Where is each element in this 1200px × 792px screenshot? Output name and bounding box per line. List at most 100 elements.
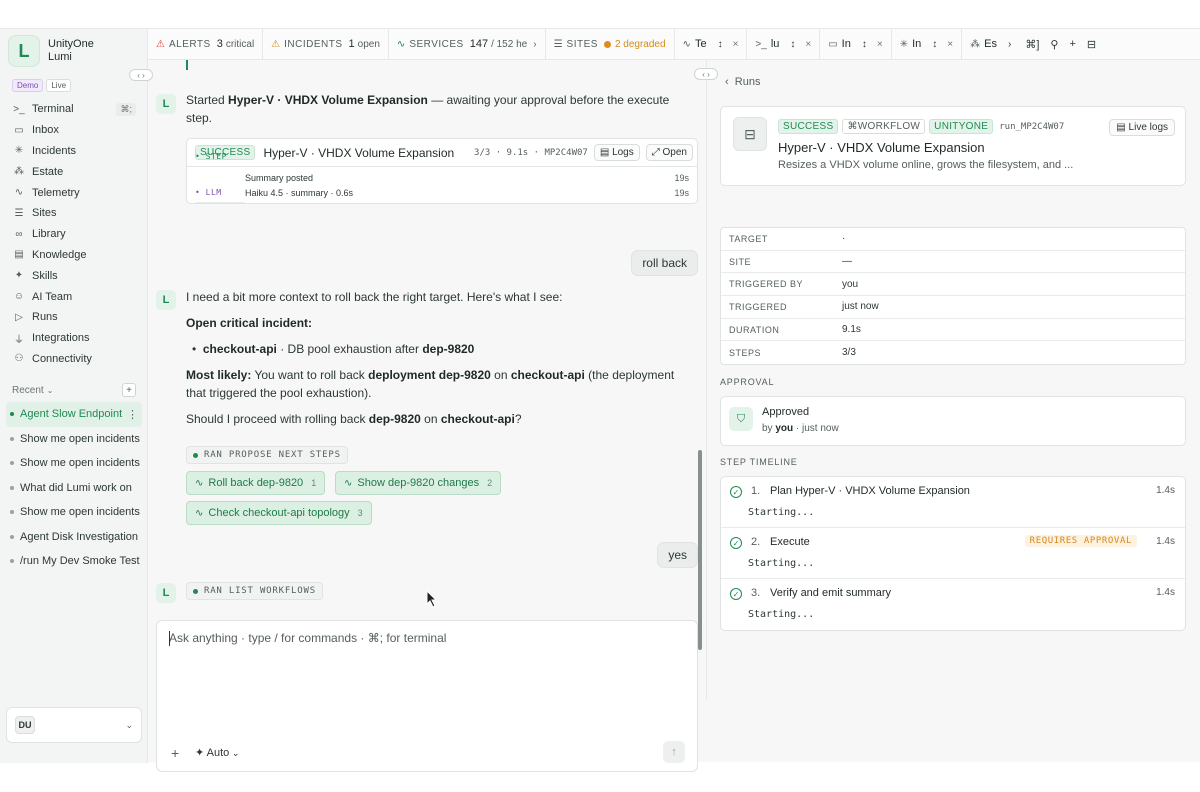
incident-icon: ✳ — [14, 145, 24, 157]
sort-icon[interactable]: ↕ — [932, 39, 937, 50]
chat-input[interactable] — [169, 631, 669, 645]
layout-icon[interactable]: ⊟ — [1087, 38, 1096, 51]
step-timeline: ✓ 1. Plan Hyper-V · VHDX Volume Expansio… — [720, 476, 1186, 631]
close-icon[interactable]: × — [947, 39, 953, 50]
bot-icon: ☺ — [13, 291, 25, 303]
chevron-right-icon[interactable]: › — [1008, 39, 1011, 50]
back-to-runs-link[interactable]: ‹ Runs — [725, 76, 760, 88]
sidebar-item-integrations[interactable]: ⏚ Integrations — [8, 328, 136, 349]
stream-marker — [186, 60, 188, 70]
recent-item[interactable]: /run My Dev Smoke Test — [6, 549, 142, 574]
sites-status[interactable]: ☰ SITES 2 degraded — [546, 29, 675, 59]
recent-item[interactable]: Agent Slow Endpoint ⋮ — [6, 402, 142, 427]
run-detail-panel: ‹ Runs ⊟ SUCCESS ⌘WORKFLOW UNITYONE run_… — [707, 60, 1200, 763]
close-icon[interactable]: × — [877, 39, 883, 50]
shield-check-icon: ⛉ — [729, 407, 753, 431]
mouse-cursor-icon — [426, 590, 438, 608]
pin-icon[interactable]: ⚲ — [1050, 38, 1058, 51]
property-row: SITE — — [721, 251, 1185, 274]
approval-section-label: APPROVAL — [720, 377, 775, 387]
sort-icon[interactable]: ↕ — [790, 39, 795, 50]
tab-incidents[interactable]: ✳ In ↕ × — [892, 29, 963, 59]
warning-icon: ⚠ — [271, 38, 281, 50]
command-icon[interactable]: ⌘] — [1025, 38, 1039, 51]
timeline-section-label: STEP TIMELINE — [720, 457, 798, 467]
tool-run-indicator[interactable]: RAN PROPOSE NEXT STEPS — [186, 446, 348, 464]
timeline-step[interactable]: ✓ 3. Verify and emit summary 1.4s Starti… — [721, 579, 1185, 630]
logs-button[interactable]: ▤ Logs — [593, 144, 640, 161]
composer: + ✦ Auto ⌄ ↑ — [156, 620, 698, 772]
tab-telemetry[interactable]: ∿ Te ↕ × — [675, 29, 748, 59]
sidebar: L UnityOne Lumi ‹ › Demo Live >_ Terminal… — [0, 29, 153, 763]
model-selector[interactable]: ✦ Auto ⌄ — [195, 746, 239, 759]
close-icon[interactable]: × — [733, 39, 739, 50]
tab-terminal[interactable]: >_ lu ↕ × — [747, 29, 821, 59]
close-icon[interactable]: × — [805, 39, 811, 50]
sidebar-item-connectivity[interactable]: ⚇ Connectivity — [8, 349, 136, 370]
incidents-status[interactable]: ⚠ INCIDENTS 1 open — [263, 29, 389, 59]
server-icon: ☰ — [553, 38, 563, 50]
sparkle-icon: ✦ — [14, 270, 24, 282]
brand[interactable]: L UnityOne Lumi — [8, 35, 94, 67]
workflow-badge: ⌘WORKFLOW — [842, 119, 926, 134]
recent-item[interactable]: Show me open incidents — [6, 427, 142, 452]
expand-icon: ⤢ — [651, 147, 663, 158]
sidebar-item-terminal[interactable]: >_ Terminal ⌘; — [8, 99, 136, 120]
recent-header[interactable]: Recent ⌄ + — [12, 383, 136, 397]
avatar: DU — [15, 716, 35, 734]
recent-item[interactable]: Show me open incidents — [6, 500, 142, 525]
tab-inbox[interactable]: ▭ In ↕ × — [820, 29, 892, 59]
check-circle-icon: ✓ — [730, 588, 742, 600]
timeline-step[interactable]: ✓ 2. Execute REQUIRES APPROVAL 1.4s Star… — [721, 528, 1185, 579]
user-message: yes — [657, 542, 698, 568]
sort-icon[interactable]: ↕ — [718, 39, 723, 50]
more-options-icon[interactable]: ⋮ — [127, 408, 142, 421]
text-caret — [169, 631, 170, 646]
add-tab-icon[interactable]: + — [1069, 38, 1075, 50]
sidebar-item-telemetry[interactable]: ∿ Telemetry — [8, 182, 136, 203]
sidebar-item-sites[interactable]: ☰ Sites — [8, 203, 136, 224]
sidebar-item-ai-team[interactable]: ☺ AI Team — [8, 286, 136, 307]
alert-icon: ⚠ — [156, 38, 165, 50]
check-circle-icon: ✓ — [730, 537, 742, 549]
logs-icon: ▤ — [1116, 122, 1129, 133]
services-status[interactable]: ∿ SERVICES 147/ 152 he › — [389, 29, 546, 59]
demo-badge[interactable]: Demo — [12, 79, 44, 92]
suggestion-button[interactable]: ∿ Show dep-9820 changes 2 — [335, 471, 502, 495]
new-chat-button[interactable]: + — [122, 383, 136, 397]
check-circle-icon: ✓ — [730, 486, 742, 498]
brand-product: Lumi — [48, 51, 72, 63]
workflow-log-line: • STEP Summary posted 19s — [187, 152, 697, 203]
live-badge[interactable]: Live — [46, 79, 72, 92]
sidebar-item-knowledge[interactable]: ▤ Knowledge — [8, 245, 136, 266]
sidebar-item-inbox[interactable]: ▭ Inbox — [8, 120, 136, 141]
live-logs-button[interactable]: ▤ Live logs — [1109, 119, 1175, 136]
sort-icon[interactable]: ↕ — [862, 39, 867, 50]
sidebar-item-incidents[interactable]: ✳ Incidents — [8, 141, 136, 162]
approval-card: ⛉ Approved by you · just now — [720, 396, 1186, 446]
recent-item[interactable]: What did Lumi work on — [6, 476, 142, 501]
run-properties: TARGET · SITE — TRIGGERED BY you TRIGGERED j… — [720, 227, 1186, 366]
tool-run-indicator[interactable]: RAN LIST WORKFLOWS — [186, 582, 323, 600]
lumi-avatar-icon: L — [156, 583, 176, 603]
open-button[interactable]: ⤢ Open — [645, 144, 693, 161]
suggestion-button[interactable]: ∿ Roll back dep-9820 1 — [186, 471, 326, 495]
user-menu[interactable]: DU ⌄ — [6, 707, 142, 743]
lumi-logo-icon: L — [8, 35, 40, 67]
send-button[interactable]: ↑ — [663, 741, 685, 763]
sidebar-item-estate[interactable]: ⁂ Estate — [8, 161, 136, 182]
sidebar-item-library[interactable]: ∞ Library — [8, 224, 136, 245]
attach-button[interactable]: + — [171, 745, 179, 761]
sidebar-item-skills[interactable]: ✦ Skills — [8, 265, 136, 286]
timeline-step[interactable]: ✓ 1. Plan Hyper-V · VHDX Volume Expansio… — [721, 477, 1185, 528]
chat-scrollbar[interactable] — [698, 450, 702, 650]
suggestion-button[interactable]: ∿ Check checkout-api topology 3 — [186, 501, 372, 525]
sidebar-item-runs[interactable]: ▷ Runs — [8, 307, 136, 328]
tab-estate[interactable]: ⁂ Es › — [962, 29, 1019, 59]
sidebar-nav: >_ Terminal ⌘; ▭ Inbox ✳ Incidents ⁂ Estate ∿… — [8, 99, 136, 369]
recent-item[interactable]: Agent Disk Investigation — [6, 525, 142, 550]
recent-item[interactable]: Show me open incidents — [6, 451, 142, 476]
lumi-avatar-icon: L — [156, 290, 176, 310]
alerts-status[interactable]: ⚠ ALERTS 3 critical — [148, 29, 264, 59]
workflow-meta: 3/3 · 9.1s · MP2C4W07 — [474, 147, 588, 158]
